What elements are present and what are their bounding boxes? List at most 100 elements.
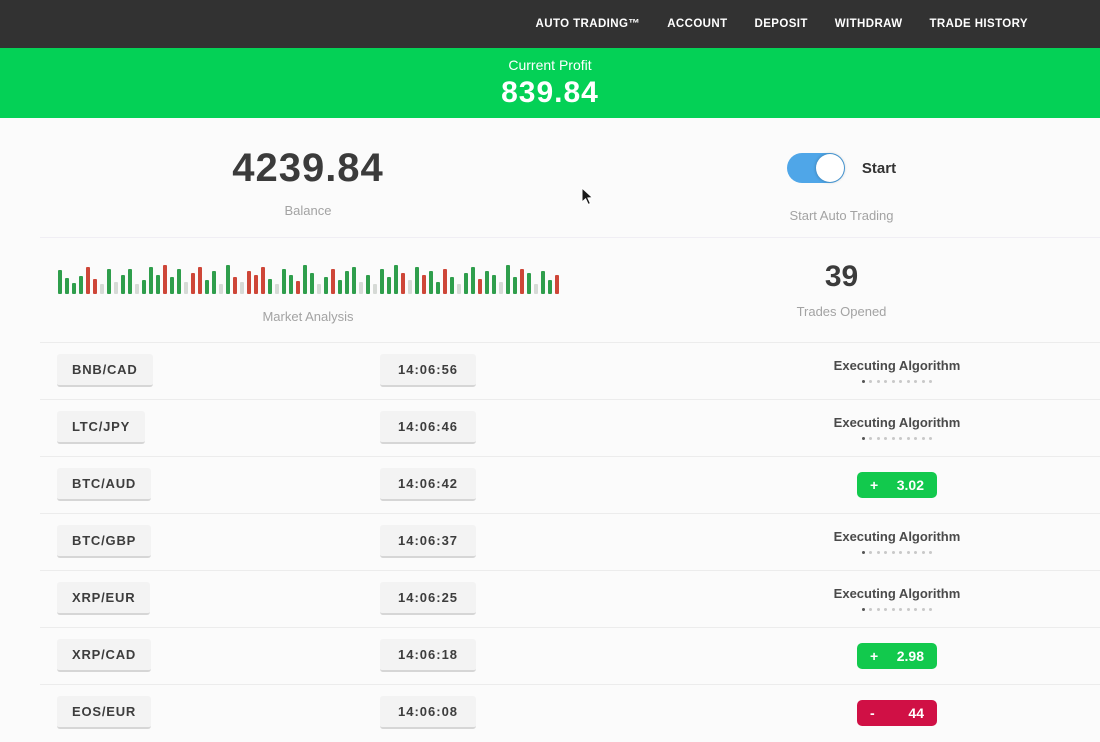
market-bar [408,280,412,294]
market-bar [212,271,216,294]
market-analysis-block: Market Analysis [0,258,616,342]
balance-block: 4239.84 Balance [0,146,616,237]
market-bar [555,275,559,294]
pair-badge: EOS/EUR [57,696,151,729]
result-value: 2.98 [897,648,924,664]
executing-label: Executing Algorithm [797,358,997,373]
market-bar [436,282,440,294]
result-value: 44 [908,705,924,721]
trade-row: BNB/CAD 14:06:56 Executing Algorithm [0,342,1100,399]
auto-trading-label: Start Auto Trading [616,208,1067,223]
market-bar [513,277,517,294]
market-bar [450,277,454,294]
market-bar [520,269,524,294]
market-bar [345,271,349,294]
market-bar [422,275,426,294]
market-bar [86,267,90,294]
executing-status: Executing Algorithm [797,586,997,611]
trade-row: XRP/EUR 14:06:25 Executing Algorithm [0,570,1100,627]
progress-dots-icon [797,437,997,440]
market-bar [380,269,384,294]
market-bar [296,281,300,294]
market-bar [506,265,510,294]
market-bar [233,277,237,294]
result-sign: + [870,477,878,493]
market-bar [499,282,503,294]
pair-badge: BNB/CAD [57,354,153,387]
market-bar [128,269,132,294]
market-bar [170,277,174,294]
balance-label: Balance [0,203,616,218]
market-bar [352,267,356,294]
result-value: 3.02 [897,477,924,493]
auto-trading-block: Start Start Auto Trading [616,146,1067,237]
market-bar [142,280,146,294]
nav-item-withdraw[interactable]: WITHDRAW [835,18,903,30]
result-badge: - 44 [857,700,937,726]
market-bar [184,282,188,294]
nav-item-account[interactable]: ACCOUNT [667,18,727,30]
market-analysis-chart [58,258,559,294]
pair-badge: LTC/JPY [57,411,145,444]
trades-opened-block: 39 Trades Opened [616,258,1067,342]
time-badge: 14:06:08 [380,696,476,729]
executing-label: Executing Algorithm [797,529,997,544]
market-bar [121,275,125,294]
market-bar [310,273,314,294]
market-bar [275,284,279,294]
auto-trading-toggle[interactable] [787,153,845,183]
result-badge: + 2.98 [857,643,937,669]
market-bar [394,265,398,294]
progress-dots-icon [797,551,997,554]
market-bar [541,271,545,294]
profit-banner: Current Profit 839.84 [0,48,1100,118]
market-bar [58,270,62,294]
trades-opened-label: Trades Opened [616,304,1067,319]
market-bar [226,265,230,294]
nav-item-auto-trading[interactable]: AUTO TRADING™ [536,18,641,30]
market-bar [135,284,139,294]
trade-row: BTC/GBP 14:06:37 Executing Algorithm [0,513,1100,570]
market-bar [198,267,202,294]
pair-badge: BTC/AUD [57,468,151,501]
market-bar [387,277,391,294]
market-bar [443,269,447,294]
market-bar [163,265,167,294]
market-bar [261,267,265,294]
market-bar [65,278,69,294]
trades-opened-value: 39 [616,260,1067,294]
toggle-label: Start [862,160,896,177]
nav-item-deposit[interactable]: DEPOSIT [755,18,808,30]
market-bar [205,280,209,294]
progress-dots-icon [797,380,997,383]
market-bar [254,275,258,294]
market-bar [79,276,83,294]
market-bar [303,265,307,294]
market-bar [72,283,76,294]
stats-section: 4239.84 Balance Start Start Auto Trading [0,118,1100,237]
progress-dots-icon [797,608,997,611]
market-bar [366,275,370,294]
time-badge: 14:06:46 [380,411,476,444]
time-badge: 14:06:37 [380,525,476,558]
market-bar [401,273,405,294]
executing-status: Executing Algorithm [797,529,997,554]
market-bar [415,267,419,294]
market-bar [107,269,111,294]
market-bar [331,269,335,294]
nav-item-trade-history[interactable]: TRADE HISTORY [930,18,1029,30]
market-bar [114,282,118,294]
market-bar [429,271,433,294]
trade-row: LTC/JPY 14:06:46 Executing Algorithm [0,399,1100,456]
market-section: Market Analysis 39 Trades Opened [0,238,1100,342]
market-bar [247,271,251,294]
time-badge: 14:06:42 [380,468,476,501]
executing-status: Executing Algorithm [797,415,997,440]
time-badge: 14:06:25 [380,582,476,615]
executing-label: Executing Algorithm [797,586,997,601]
navbar: AUTO TRADING™ ACCOUNT DEPOSIT WITHDRAW TRADE… [0,0,1100,48]
pair-badge: XRP/EUR [57,582,150,615]
market-bar [282,269,286,294]
trade-row: XRP/CAD 14:06:18 + 2.98 [0,627,1100,684]
result-sign: + [870,648,878,664]
